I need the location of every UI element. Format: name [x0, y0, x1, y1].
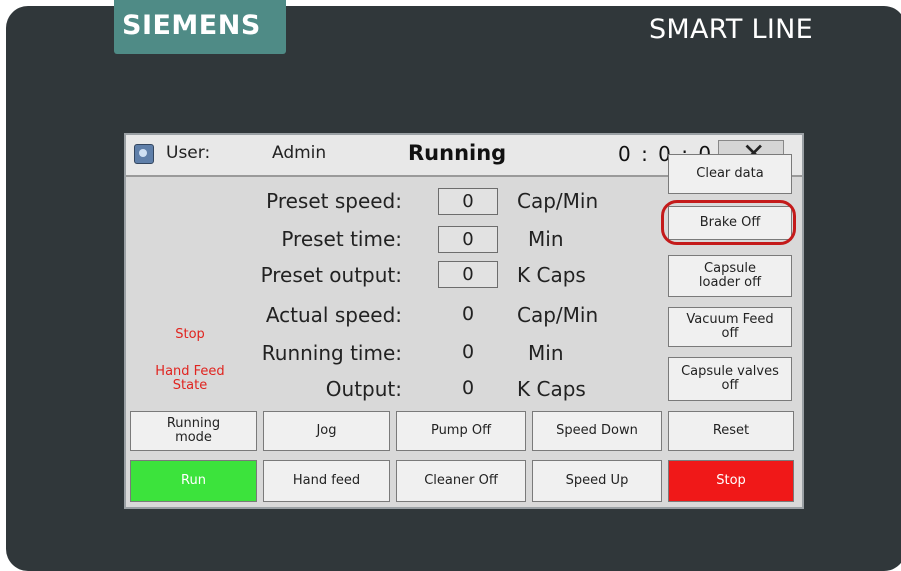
siemens-logo-text: SIEMENS [122, 10, 261, 41]
running-time-label: Running time: [261, 341, 402, 365]
speed-up-button[interactable]: Speed Up [532, 460, 662, 502]
vacuum-feed-button[interactable]: Vacuum Feed off [668, 307, 792, 347]
preset-speed-input[interactable]: 0 [438, 188, 498, 215]
stop-button[interactable]: Stop [668, 460, 794, 502]
machine-state: Running [408, 141, 507, 165]
user-label: User: [166, 143, 211, 163]
user-icon[interactable] [134, 144, 154, 164]
preset-time-unit: Min [528, 227, 564, 251]
running-time-unit: Min [528, 341, 564, 365]
capsule-valves-button[interactable]: Capsule valves off [668, 357, 792, 401]
output-value: 0 [461, 377, 475, 399]
cleaner-off-button[interactable]: Cleaner Off [396, 460, 526, 502]
preset-output-unit: K Caps [517, 263, 586, 287]
preset-speed-unit: Cap/Min [517, 189, 599, 213]
actual-speed-label: Actual speed: [265, 303, 402, 327]
preset-speed-label: Preset speed: [266, 189, 402, 213]
preset-time-label: Preset time: [281, 227, 402, 251]
brake-highlight-ring [661, 200, 796, 245]
preset-time-input[interactable]: 0 [438, 226, 498, 253]
hand-feed-status: Hand Feed State [140, 365, 240, 393]
smart-line-label: SMART LINE [648, 14, 813, 45]
vacuum-feed-line1: Vacuum Feed [686, 312, 774, 327]
run-button[interactable]: Run [130, 460, 257, 502]
capsule-loader-line1: Capsule [704, 261, 756, 276]
stop-status: Stop [175, 327, 205, 342]
running-mode-line1: Running [166, 416, 221, 431]
capsule-loader-button[interactable]: Capsule loader off [668, 255, 792, 297]
hand-feed-status-line2: State [172, 378, 208, 393]
pump-off-button[interactable]: Pump Off [396, 411, 526, 451]
capsule-valves-line1: Capsule valves [681, 364, 779, 379]
preset-output-input[interactable]: 0 [438, 261, 498, 288]
preset-output-label: Preset output: [260, 263, 402, 287]
reset-button[interactable]: Reset [668, 411, 794, 451]
jog-button[interactable]: Jog [263, 411, 390, 451]
output-label: Output: [325, 377, 402, 401]
actual-speed-value: 0 [461, 303, 475, 325]
capsule-loader-line2: loader off [698, 275, 762, 290]
vacuum-feed-line2: off [721, 326, 739, 341]
running-mode-line2: mode [175, 430, 212, 445]
running-time-value: 0 [461, 341, 475, 363]
actual-speed-unit: Cap/Min [517, 303, 599, 327]
hmi-screen: User: Admin Running 0 : 0 : 0 ✕ Preset s… [124, 133, 804, 509]
running-mode-button[interactable]: Running mode [130, 411, 257, 451]
user-value: Admin [272, 143, 327, 163]
capsule-valves-line2: off [721, 378, 739, 393]
hand-feed-status-line1: Hand Feed [155, 364, 225, 379]
clear-data-button[interactable]: Clear data [668, 154, 792, 194]
hand-feed-button[interactable]: Hand feed [263, 460, 390, 502]
speed-down-button[interactable]: Speed Down [532, 411, 662, 451]
siemens-logo: SIEMENS [114, 0, 286, 54]
output-unit: K Caps [517, 377, 586, 401]
